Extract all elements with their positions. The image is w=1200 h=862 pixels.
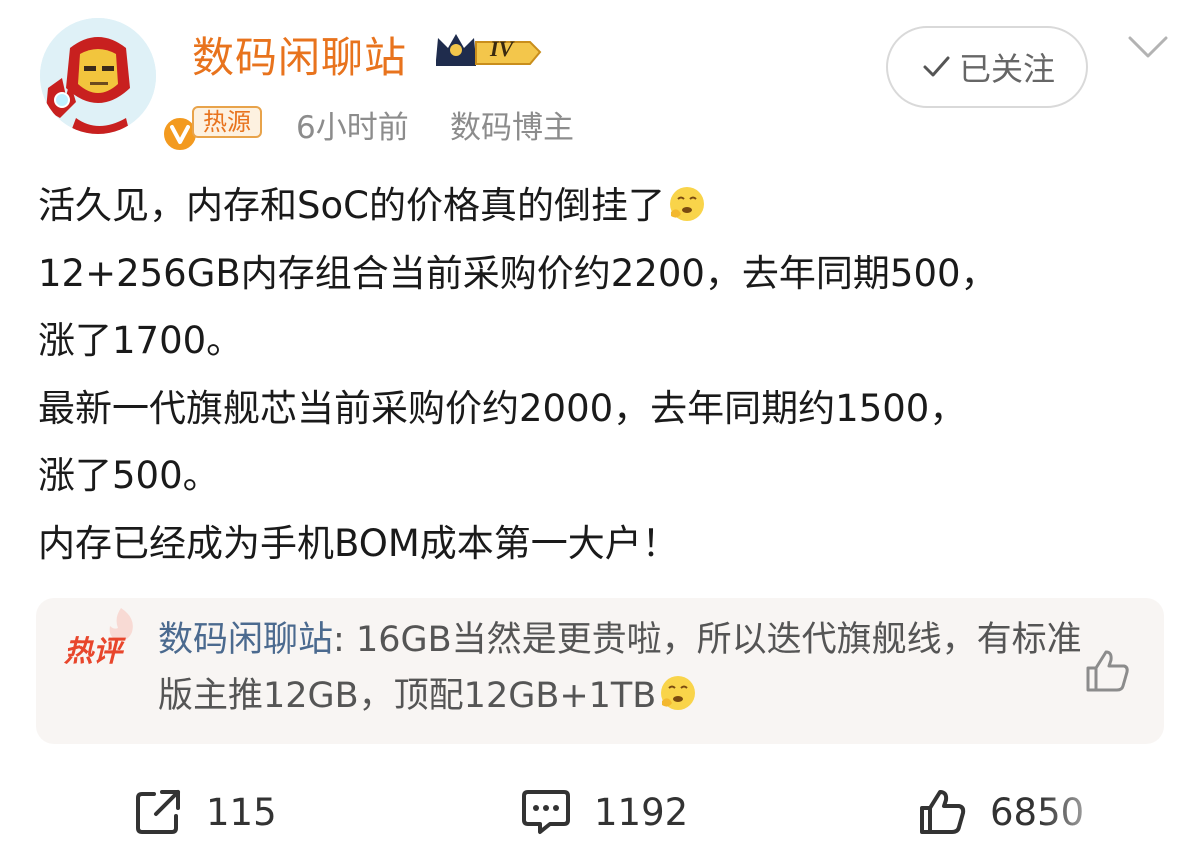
post-line: 活久见，内存和SoC的价格真的倒挂了: [38, 172, 1168, 240]
face-holding-back-tears-icon: [669, 187, 704, 221]
author-avatar[interactable]: [40, 18, 200, 154]
weibo-post: 数码闲聊站 IV 热源 6小时前 数码博主 已关注 活久见，内存和SoC的价格真…: [0, 0, 1200, 862]
post-line-text: 活久见，内存和SoC的价格真的倒挂了: [38, 184, 665, 227]
post-line: 内存已经成为手机BOM成本第一大户！: [38, 521, 679, 565]
level-label: IV: [490, 36, 514, 61]
iron-man-avatar-icon: [40, 18, 156, 134]
post-line: 涨了1700。: [38, 319, 244, 362]
hot-comment-label: 热评: [64, 634, 123, 668]
follow-button-label: 已关注: [958, 50, 1055, 88]
post-line: 涨了500。: [38, 454, 220, 497]
author-role: 数码博主: [450, 110, 574, 146]
thumbs-up-icon: [920, 790, 966, 834]
hot-source-tag: 热源: [192, 106, 262, 138]
post-time: 6小时前: [296, 110, 409, 146]
post-line: 12+256GB内存组合当前采购价约2200，去年同期500，: [38, 251, 998, 295]
hot-comment-text: 数码闲聊站: 16GB当然是更贵啦，所以迭代旗舰线，有标准版主推12GB，顶配1…: [158, 612, 1088, 724]
level-badge: IV: [432, 30, 544, 72]
post-line: 最新一代旗舰芯当前采购价约2000，去年同期约1500，: [38, 386, 967, 430]
author-name[interactable]: 数码闲聊站: [192, 24, 407, 85]
edge-fade-overlay: [1040, 760, 1200, 862]
comment-icon: [522, 790, 570, 834]
crown-icon: [436, 34, 542, 66]
comment-like-icon[interactable]: [1082, 646, 1132, 696]
comment-username[interactable]: 数码闲聊站: [158, 620, 333, 660]
repost-count: 115: [206, 790, 277, 834]
post-text: 活久见，内存和SoC的价格真的倒挂了 12+256GB内存组合当前采购价约220…: [38, 172, 1168, 577]
chevron-down-icon[interactable]: [1124, 28, 1172, 68]
follow-button[interactable]: 已关注: [886, 26, 1088, 108]
share-icon: [136, 790, 180, 834]
check-icon: [923, 56, 950, 77]
repost-button[interactable]: 115: [132, 784, 277, 840]
face-holding-back-tears-icon: [661, 676, 696, 710]
comment-button[interactable]: 1192: [520, 784, 688, 840]
comment-separator: :: [333, 620, 345, 660]
hot-comment-card[interactable]: 热评 数码闲聊站: 16GB当然是更贵啦，所以迭代旗舰线，有标准版主推12GB，…: [36, 598, 1164, 744]
comment-count: 1192: [594, 790, 689, 834]
